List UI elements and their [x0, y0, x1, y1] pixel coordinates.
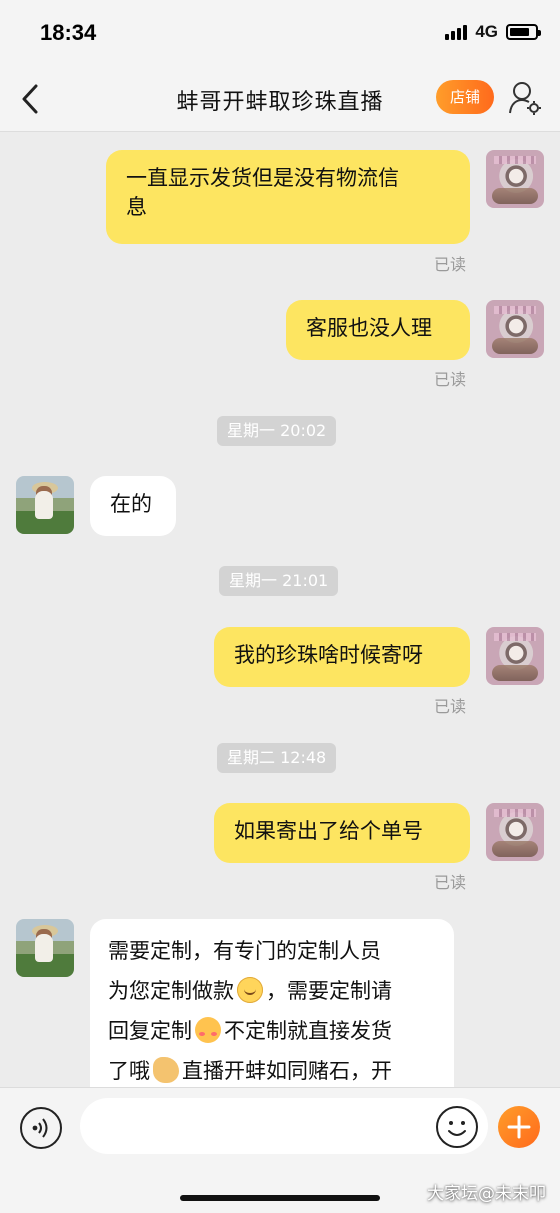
love-emoji-icon	[195, 1017, 221, 1043]
read-receipt: 已读	[434, 255, 467, 274]
message-line: 了哦 直播开蚌如同赌石，开	[108, 1051, 436, 1087]
message-line: 回复定制 不定制就直接发货	[108, 1011, 436, 1051]
message-list[interactable]: 一直显示发货但是没有物流信 息 已读 客服也没人理 已读 星期一 20:02 在…	[0, 132, 560, 1087]
voice-icon	[32, 1118, 48, 1138]
watermark: 大家坛@未末叩	[427, 1184, 546, 1204]
battery-icon	[506, 24, 541, 40]
outgoing-message[interactable]: 如果寄出了给个单号	[214, 803, 470, 863]
user-settings-icon	[509, 82, 541, 115]
status-indicators: 4G	[445, 22, 541, 42]
message-text: 我的珍珠啥时候寄呀	[234, 643, 423, 667]
message-text: ，需要定制请	[266, 979, 392, 1003]
input-bar: 大家坛@未末叩	[0, 1087, 560, 1213]
seller-avatar[interactable]	[16, 476, 74, 534]
outgoing-message[interactable]: 客服也没人理	[286, 300, 470, 360]
seller-avatar[interactable]	[16, 919, 74, 977]
message-text: 如果寄出了给个单号	[234, 819, 423, 843]
signal-icon	[445, 24, 468, 40]
my-avatar[interactable]	[486, 150, 544, 208]
status-time: 18:34	[40, 20, 97, 45]
plus-icon	[507, 1115, 531, 1139]
message-line: 为您定制做款 ，需要定制请	[108, 971, 436, 1011]
message-text: 回复定制	[108, 1019, 192, 1043]
handshake-emoji-icon	[153, 1057, 179, 1083]
read-receipt: 已读	[434, 697, 467, 716]
smile-emoji-icon	[237, 977, 263, 1003]
voice-button[interactable]	[20, 1107, 62, 1149]
incoming-message[interactable]: 需要定制，有专门的定制人员 为您定制做款 ，需要定制请 回复定制 不定制就直接发货 …	[90, 919, 454, 1087]
message-text: 息	[126, 195, 147, 219]
read-receipt: 已读	[434, 873, 467, 892]
home-indicator[interactable]	[180, 1195, 380, 1201]
message-text: 客服也没人理	[306, 316, 432, 340]
nav-bar: 蚌哥开蚌取珍珠直播 店铺	[0, 66, 560, 132]
smiley-icon	[448, 1121, 466, 1136]
message-text: 了哦	[108, 1059, 150, 1083]
outgoing-message[interactable]: 一直显示发货但是没有物流信 息	[106, 150, 470, 244]
message-text: 在的	[110, 492, 152, 516]
message-text: 需要定制，有专门的定制人员	[108, 939, 381, 963]
message-text: 不定制就直接发货	[224, 1019, 392, 1043]
timestamp-chip: 星期一 20:02	[217, 416, 337, 446]
message-input[interactable]	[80, 1098, 488, 1154]
more-actions-button[interactable]	[498, 1106, 540, 1148]
message-text: 一直显示发货但是没有物流信	[126, 166, 399, 190]
timestamp-chip: 星期一 21:01	[219, 566, 339, 596]
emoji-button[interactable]	[436, 1106, 478, 1148]
my-avatar[interactable]	[486, 627, 544, 685]
status-bar: 18:34 4G	[0, 0, 560, 66]
outgoing-message[interactable]: 我的珍珠啥时候寄呀	[214, 627, 470, 687]
timestamp-chip: 星期二 12:48	[217, 743, 337, 773]
my-avatar[interactable]	[486, 300, 544, 358]
network-label: 4G	[475, 22, 498, 41]
message-text: 直播开蚌如同赌石，开	[182, 1059, 392, 1083]
shop-button[interactable]: 店铺	[436, 80, 494, 114]
incoming-message[interactable]: 在的	[90, 476, 176, 536]
read-receipt: 已读	[434, 370, 467, 389]
profile-settings-button[interactable]	[508, 80, 542, 116]
message-text: 为您定制做款	[108, 979, 234, 1003]
my-avatar[interactable]	[486, 803, 544, 861]
